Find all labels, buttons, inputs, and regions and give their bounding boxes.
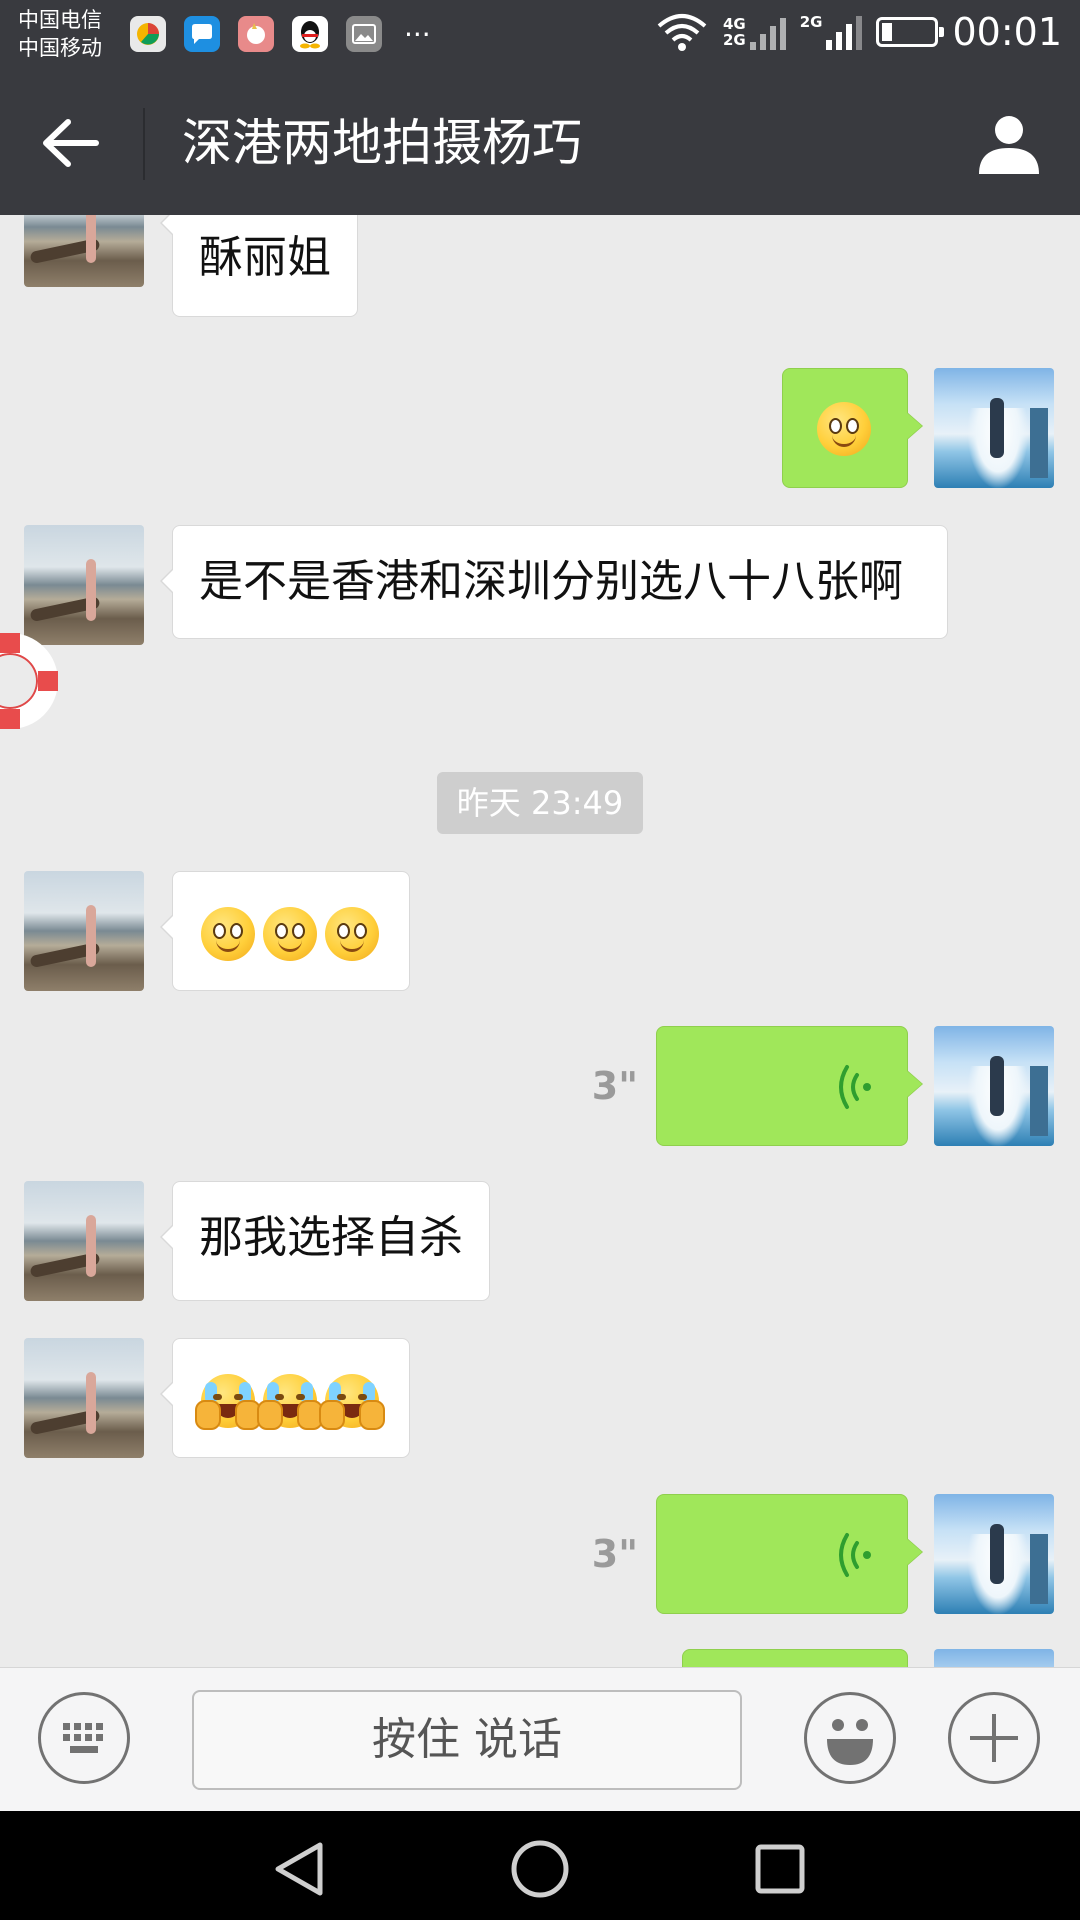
message-text: 那我选择自杀 bbox=[199, 1212, 463, 1263]
message-app-icon bbox=[184, 16, 220, 52]
voice-message-bubble[interactable] bbox=[656, 1494, 923, 1614]
signal-sim2: 2G bbox=[800, 14, 863, 50]
browser-app-icon bbox=[130, 16, 166, 52]
unicorn-app-icon bbox=[238, 16, 274, 52]
smile-emoji-icon bbox=[263, 907, 317, 961]
message-row bbox=[0, 1649, 1080, 1667]
nav-recents-icon[interactable] bbox=[754, 1843, 806, 1895]
back-arrow-icon[interactable] bbox=[40, 118, 100, 168]
message-row bbox=[0, 368, 1080, 490]
carrier-1: 中国电信 bbox=[18, 8, 102, 32]
message-bubble[interactable]: 是不是香港和深圳分别选八十八张啊 bbox=[160, 525, 948, 639]
my-avatar[interactable] bbox=[934, 1494, 1054, 1614]
net-type-1b: 2G bbox=[722, 31, 746, 49]
signal-bars-2 bbox=[826, 14, 863, 50]
signal-bars-1 bbox=[749, 14, 786, 50]
voice-message-bubble[interactable] bbox=[656, 1026, 923, 1146]
message-bubble[interactable]: 酥丽姐 bbox=[160, 215, 358, 317]
my-avatar[interactable] bbox=[934, 1026, 1054, 1146]
status-indicators: 4G 2G 2G 00:01 bbox=[655, 10, 1062, 54]
message-row bbox=[0, 871, 1080, 993]
message-bubble[interactable] bbox=[160, 1338, 410, 1458]
message-text: 是不是香港和深圳分别选八十八张啊 bbox=[199, 556, 903, 607]
message-bubble[interactable]: 那我选择自杀 bbox=[160, 1181, 490, 1301]
more-functions-button[interactable] bbox=[948, 1692, 1040, 1784]
keyboard-toggle-button[interactable] bbox=[38, 1692, 130, 1784]
message-bubble[interactable] bbox=[160, 871, 410, 991]
system-nav-bar bbox=[0, 1811, 1080, 1920]
timestamp-divider: 昨天 23:49 bbox=[437, 772, 643, 834]
input-bar: 按住 说话 bbox=[0, 1667, 1080, 1812]
emoji-button[interactable] bbox=[804, 1692, 896, 1784]
contact-avatar[interactable] bbox=[24, 215, 144, 287]
wifi-icon bbox=[657, 14, 707, 51]
nav-back-icon[interactable] bbox=[272, 1841, 326, 1897]
message-row bbox=[0, 1338, 1080, 1460]
carrier-2: 中国移动 bbox=[18, 36, 102, 60]
status-bar: 中国电信 中国移动 ··· 4G 2G 2G 00:01 bbox=[0, 0, 1080, 72]
user-profile-icon[interactable] bbox=[976, 110, 1042, 176]
contact-avatar[interactable] bbox=[24, 1338, 144, 1458]
net-type-1a: 4G bbox=[722, 15, 746, 33]
voice-message-bubble[interactable] bbox=[682, 1649, 908, 1667]
notification-icons: ··· bbox=[130, 16, 431, 52]
smile-emoji-icon bbox=[325, 907, 379, 961]
facepalm-cry-emoji-icon bbox=[195, 1374, 261, 1430]
chat-title: 深港两地拍摄杨巧 bbox=[182, 114, 582, 172]
clock: 00:01 bbox=[952, 10, 1062, 54]
nav-home-icon[interactable] bbox=[510, 1839, 570, 1899]
more-notifications-icon: ··· bbox=[404, 17, 431, 51]
gallery-app-icon bbox=[346, 16, 382, 52]
message-row: 那我选择自杀 bbox=[0, 1181, 1080, 1303]
message-bubble[interactable] bbox=[782, 368, 923, 488]
keyboard-icon bbox=[63, 1723, 103, 1753]
message-row: 酥丽姐 bbox=[0, 215, 1080, 317]
my-avatar[interactable] bbox=[934, 368, 1054, 488]
hold-to-talk-button[interactable]: 按住 说话 bbox=[192, 1690, 742, 1790]
emoji-icon bbox=[827, 1719, 873, 1765]
smile-emoji-icon bbox=[201, 907, 255, 961]
message-row: 3" bbox=[0, 1494, 1080, 1616]
facepalm-cry-emoji-icon bbox=[257, 1374, 323, 1430]
message-row: 是不是香港和深圳分别选八十八张啊 bbox=[0, 525, 1080, 701]
message-row: 3" bbox=[0, 1026, 1080, 1148]
facepalm-cry-emoji-icon bbox=[319, 1374, 385, 1430]
contact-avatar[interactable] bbox=[24, 871, 144, 991]
carrier-names: 中国电信 中国移动 bbox=[18, 6, 102, 62]
header-divider bbox=[143, 108, 145, 180]
message-text: 酥丽姐 bbox=[199, 232, 331, 283]
message-list[interactable]: 酥丽姐 是不是香港和深圳分别选八十八张啊 昨天 23:49 3" 那我选择自杀 … bbox=[0, 215, 1080, 1667]
contact-avatar[interactable] bbox=[24, 1181, 144, 1301]
voice-wave-icon bbox=[839, 1065, 871, 1109]
chat-header: 深港两地拍摄杨巧 bbox=[0, 72, 1080, 215]
battery-icon bbox=[876, 17, 945, 47]
voice-duration: 3" bbox=[591, 1064, 638, 1108]
signal-sim1: 4G 2G bbox=[723, 14, 786, 50]
plus-icon bbox=[970, 1714, 1018, 1762]
my-avatar[interactable] bbox=[934, 1649, 1054, 1667]
net-type-2: 2G bbox=[799, 13, 823, 31]
contact-avatar[interactable] bbox=[24, 525, 144, 645]
voice-wave-icon bbox=[839, 1533, 871, 1577]
voice-duration: 3" bbox=[591, 1532, 638, 1576]
qq-app-icon bbox=[292, 16, 328, 52]
smile-emoji-icon bbox=[817, 402, 871, 456]
